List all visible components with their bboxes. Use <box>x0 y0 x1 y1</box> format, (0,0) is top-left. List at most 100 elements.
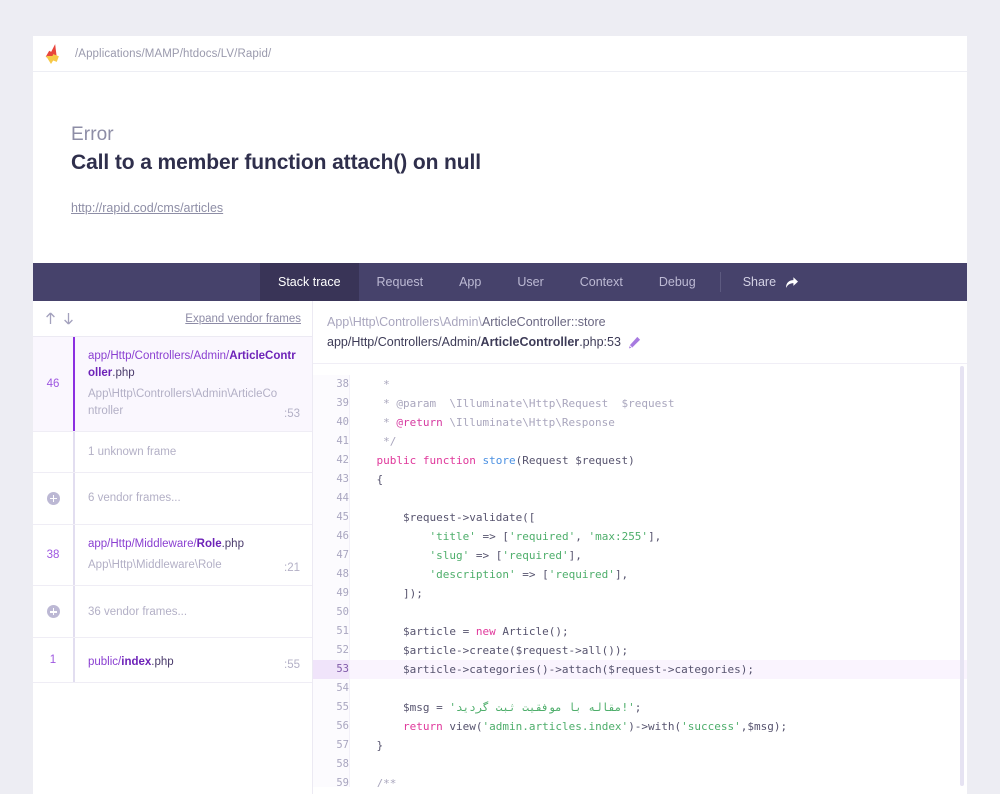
code-class-method: ArticleController::store <box>481 315 606 329</box>
share-button[interactable]: Share <box>727 263 815 301</box>
pencil-icon[interactable] <box>628 336 641 349</box>
frame-file-ext: .php <box>112 366 135 379</box>
code-line: 47 'slug' => ['required'], <box>313 546 967 565</box>
code-line-number: 48 <box>313 565 350 584</box>
code-token: , <box>575 530 589 543</box>
code-token: $article->categories()->attach($request-… <box>350 663 754 676</box>
code-line-number: 44 <box>313 489 350 508</box>
code-line-content <box>350 603 968 622</box>
stack-frame-row[interactable]: 46 app/Http/Controllers/Admin/ArticleCon… <box>33 337 312 432</box>
stack-frame-row[interactable]: 38 app/Http/Middleware/Role.php App\Http… <box>33 524 312 587</box>
frame-main: 6 vendor frames... <box>73 472 312 524</box>
code-token: /** <box>350 777 397 787</box>
code-token: 'required' <box>508 530 576 543</box>
code-token: ,$msg); <box>740 720 788 733</box>
code-line-content <box>350 489 968 508</box>
code-file-prefix: app/Http/Controllers/Admin/ <box>327 335 481 349</box>
code-token: 'slug' <box>429 549 470 562</box>
code-token: ], <box>648 530 662 543</box>
vendor-frames-label: 36 vendor frames... <box>88 605 188 618</box>
code-file-line: app/Http/Controllers/Admin/ArticleContro… <box>327 332 621 352</box>
error-card-body: Error Call to a member function attach()… <box>33 72 967 265</box>
arrow-down-icon[interactable] <box>63 312 74 325</box>
code-token: 'title' <box>429 530 476 543</box>
expand-vendor-frames-link[interactable]: Expand vendor frames <box>185 313 301 325</box>
code-token: $msg = <box>350 701 450 714</box>
frame-file-prefix: app/Http/Controllers/Admin/ <box>88 350 230 362</box>
code-line: 43 { <box>313 470 967 489</box>
code-line: 58 <box>313 755 967 774</box>
tab-stack-trace[interactable]: Stack trace <box>260 263 359 301</box>
frame-main: 36 vendor frames... <box>73 586 312 638</box>
frame-main: 1 unknown frame <box>73 431 312 472</box>
frame-number: 46 <box>46 377 60 390</box>
plus-circle-icon[interactable] <box>46 491 60 505</box>
code-file-path: app/Http/Controllers/Admin/ArticleContro… <box>327 332 967 352</box>
tab-user[interactable]: User <box>499 263 561 301</box>
code-line-number: 50 <box>313 603 350 622</box>
vendor-expand-cell[interactable] <box>33 473 73 524</box>
code-line-number: 49 <box>313 584 350 603</box>
code-token: public function <box>376 454 483 467</box>
stack-trace-panel: Stack trace Request App User Context Deb… <box>33 263 967 794</box>
code-line-content: $article = new Article(); <box>350 622 968 641</box>
code-scrollbar[interactable] <box>960 366 964 786</box>
unknown-frame-label: 1 unknown frame <box>88 445 177 458</box>
code-line-content <box>350 679 968 698</box>
panel-body: Expand vendor frames 46 app/Http/Control… <box>33 301 967 794</box>
code-line: 50 <box>313 603 967 622</box>
plus-circle-icon[interactable] <box>46 605 60 619</box>
vendor-frames-row[interactable]: 6 vendor frames... <box>33 472 312 525</box>
error-url-link[interactable]: http://rapid.cod/cms/articles <box>71 201 223 215</box>
code-line-number: 53 <box>313 660 350 679</box>
tab-app[interactable]: App <box>441 263 499 301</box>
code-line-content: * <box>350 375 968 394</box>
frame-file-path: app/Http/Middleware/Role.php <box>88 536 300 553</box>
vendor-frames-row[interactable]: 36 vendor frames... <box>33 586 312 639</box>
code-line: 45 $request->validate([ <box>313 508 967 527</box>
code-token: ], <box>614 568 629 581</box>
code-line: 51 $article = new Article(); <box>313 622 967 641</box>
sort-order-controls[interactable] <box>45 312 74 325</box>
arrow-up-icon[interactable] <box>45 312 56 325</box>
frame-line-number: :53 <box>284 407 300 420</box>
code-token: (Request $request) <box>515 454 635 467</box>
code-line-content: $msg = 'مقاله با موفقیت ثبت گردید!'; <box>350 698 968 717</box>
code-line: 59 /** <box>313 774 967 787</box>
share-arrow-icon <box>785 276 799 289</box>
code-line-number: 54 <box>313 679 350 698</box>
code-line-content <box>350 755 968 774</box>
code-line: 57 } <box>313 736 967 755</box>
frame-subline: public/index.php :55 <box>88 654 300 671</box>
frame-file-ext: .php <box>151 656 174 669</box>
code-line: 54 <box>313 679 967 698</box>
frame-file-path: app/Http/Controllers/Admin/ArticleContro… <box>88 348 300 381</box>
code-line: 56 return view('admin.articles.index')->… <box>313 717 967 736</box>
code-line-number: 42 <box>313 451 350 470</box>
code-token: 'مقاله با موفقیت ثبت گردید!' <box>449 701 635 714</box>
code-scroll-region[interactable]: 38 * 39 * @param \Illuminate\Http\Reques… <box>313 364 967 787</box>
code-line-content: 'description' => ['required'], <box>350 565 968 584</box>
code-line-number: 59 <box>313 774 350 787</box>
code-line: 40 * @return \Illuminate\Http\Response <box>313 413 967 432</box>
code-line-number: 55 <box>313 698 350 717</box>
code-line-content: 'slug' => ['required'], <box>350 546 968 565</box>
tab-debug[interactable]: Debug <box>641 263 714 301</box>
tab-request[interactable]: Request <box>359 263 442 301</box>
tab-bar: Stack trace Request App User Context Deb… <box>33 263 967 301</box>
vendor-expand-cell[interactable] <box>33 586 73 637</box>
code-line: 52 $article->create($request->all()); <box>313 641 967 660</box>
tab-context[interactable]: Context <box>562 263 641 301</box>
error-message: Call to a member function attach() on nu… <box>71 151 481 174</box>
code-token: 'required' <box>502 549 569 562</box>
stack-frame-row[interactable]: 1 public/index.php :55 <box>33 638 312 683</box>
frames-sidebar: Expand vendor frames 46 app/Http/Control… <box>33 301 313 794</box>
error-card-topbar: /Applications/MAMP/htdocs/LV/Rapid/ <box>33 36 967 72</box>
code-line-number: 51 <box>313 622 350 641</box>
code-token: ], <box>568 549 582 562</box>
unknown-frame-row[interactable]: 1 unknown frame <box>33 431 312 473</box>
code-line: 49 ]); <box>313 584 967 603</box>
code-token: store <box>482 454 516 467</box>
